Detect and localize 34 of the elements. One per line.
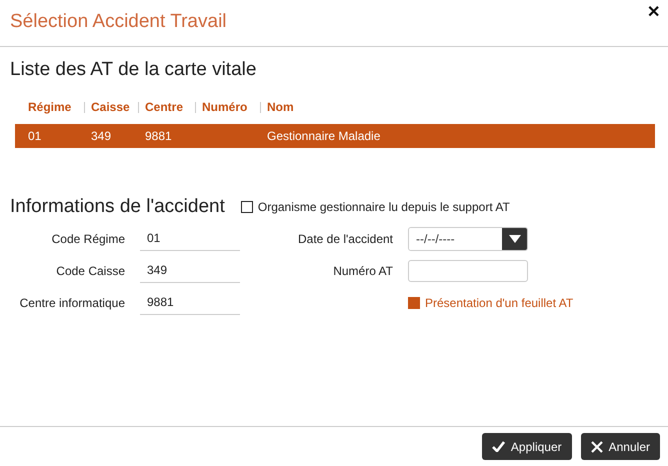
check-icon <box>492 441 505 452</box>
close-button[interactable]: ✕ <box>647 2 660 22</box>
field-label: Code Régime <box>50 232 125 246</box>
input-field[interactable]: 9881 <box>140 290 240 315</box>
checkbox-label: Organisme gestionnaire lu depuis le support AT <box>258 200 510 214</box>
column-header[interactable]: Régime <box>28 102 84 113</box>
input-field[interactable]: 349 <box>140 258 240 283</box>
table-row[interactable]: 01 349 9881 Gestionnaire Maladie <box>15 124 655 148</box>
cancel-button[interactable]: Annuler <box>580 433 660 460</box>
dropdown-button[interactable] <box>502 228 527 250</box>
column-header[interactable]: Nom <box>260 102 658 113</box>
table-cell-text: 01 <box>28 129 42 143</box>
close-icon <box>590 440 603 452</box>
date-field[interactable]: --/--/---- <box>408 226 528 250</box>
column-header[interactable]: Numéro <box>195 102 260 113</box>
apply-button[interactable]: Appliquer <box>482 433 572 460</box>
dialog-title: Sélection Accident Travail <box>10 11 227 33</box>
checkbox-label: Présentation d'un feuillet AT <box>425 296 574 310</box>
section-heading: Liste des AT de la carte vitale <box>10 59 258 81</box>
input-field[interactable]: 01 <box>140 226 240 251</box>
column-header[interactable]: Caisse <box>84 102 138 113</box>
input-field[interactable] <box>408 260 528 282</box>
table-cell-text: 349 <box>90 129 112 143</box>
field-label: Date de l'accident <box>296 232 393 246</box>
table-cell-text: Gestionnaire Maladie <box>266 129 382 143</box>
field-label: Code Caisse <box>55 264 125 278</box>
checkbox[interactable] <box>408 296 420 308</box>
field-label: Numéro AT <box>332 264 393 278</box>
section-heading: Informations de l'accident <box>10 196 225 218</box>
column-header[interactable]: Centre <box>138 102 195 113</box>
field-label: Centre informatique <box>18 296 125 310</box>
checkbox[interactable] <box>240 201 253 213</box>
table-cell-text: 9881 <box>144 129 173 143</box>
caret-icon <box>508 234 520 242</box>
